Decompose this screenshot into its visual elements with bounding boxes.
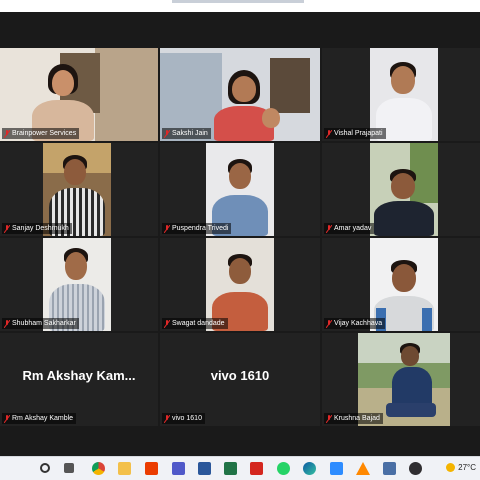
mic-muted-icon xyxy=(4,224,10,233)
file-explorer-icon[interactable] xyxy=(118,462,131,475)
temperature-label: 27°C xyxy=(458,463,476,472)
participant-tile[interactable]: Krushna Bajad xyxy=(322,333,480,426)
mic-muted-icon xyxy=(326,129,332,138)
participant-name: Brainpower Services xyxy=(12,130,77,137)
zoom-icon[interactable] xyxy=(330,462,343,475)
participant-tile[interactable]: Vishal Prajapati xyxy=(322,48,480,141)
participant-name-tag: Amar yadav xyxy=(324,223,375,234)
acrobat-icon[interactable] xyxy=(250,462,263,475)
participant-name-tag: Sanjay Deshmukh xyxy=(2,223,72,234)
participant-name: Krushna Bajad xyxy=(334,415,380,422)
participant-name: Vishal Prajapati xyxy=(334,130,383,137)
participant-name-tag: vivo 1610 xyxy=(162,413,205,424)
participant-name: Shubham Sakharkar xyxy=(12,320,76,327)
mic-muted-icon xyxy=(4,319,10,328)
participant-name: Amar yadav xyxy=(334,225,372,232)
participant-tile[interactable]: Sakshi Jain xyxy=(160,48,320,141)
mic-muted-icon xyxy=(164,319,170,328)
window-top-bar xyxy=(0,0,480,12)
participant-display-name: vivo 1610 xyxy=(210,368,270,383)
mic-muted-icon xyxy=(164,129,170,138)
mic-muted-icon xyxy=(4,129,10,138)
participant-name-tag: Krushna Bajad xyxy=(324,413,383,424)
participant-name-tag: Swagat dandade xyxy=(162,318,228,329)
participant-tile[interactable]: Brainpower Services xyxy=(0,48,158,141)
task-view-icon[interactable] xyxy=(64,463,74,473)
participant-name-tag: Shubham Sakharkar xyxy=(2,318,79,329)
participant-name: Puspendra Trivedi xyxy=(172,225,229,232)
mic-muted-icon xyxy=(164,414,170,423)
participant-name-tag: Vishal Prajapati xyxy=(324,128,386,139)
excel-icon[interactable] xyxy=(224,462,237,475)
participant-tile[interactable]: Amar yadav xyxy=(322,143,480,236)
participant-name-tag: Brainpower Services xyxy=(2,128,80,139)
calculator-icon[interactable] xyxy=(383,462,396,475)
participant-tile[interactable]: Sanjay Deshmukh xyxy=(0,143,158,236)
participant-tile[interactable]: Swagat dandade xyxy=(160,238,320,331)
participant-tile[interactable]: Shubham Sakharkar xyxy=(0,238,158,331)
whatsapp-icon[interactable] xyxy=(277,462,290,475)
weather-widget[interactable]: 27°C xyxy=(446,463,476,472)
mic-muted-icon xyxy=(326,414,332,423)
participant-name-tag: Puspendra Trivedi xyxy=(162,223,232,234)
participant-name: Sanjay Deshmukh xyxy=(12,225,69,232)
teams-icon[interactable] xyxy=(172,462,185,475)
mic-muted-icon xyxy=(4,414,10,423)
sun-icon xyxy=(446,463,456,472)
obs-icon[interactable] xyxy=(409,462,422,475)
participant-name: Rm Akshay Kamble xyxy=(12,415,74,422)
participant-tile[interactable]: vivo 1610 vivo 1610 xyxy=(160,333,320,426)
gallery-view: Brainpower Services Sakshi Jain Vishal P… xyxy=(0,48,480,426)
participant-tile[interactable]: Rm Akshay Kam... Rm Akshay Kamble xyxy=(0,333,158,426)
participant-name: vivo 1610 xyxy=(172,415,202,422)
participant-name-tag: Rm Akshay Kamble xyxy=(2,413,77,424)
chrome-icon[interactable] xyxy=(92,462,105,475)
participant-video xyxy=(370,143,438,236)
search-icon[interactable] xyxy=(40,463,50,473)
participant-name-tag: Sakshi Jain xyxy=(162,128,211,139)
mic-muted-icon xyxy=(326,224,332,233)
title-bar-handle[interactable] xyxy=(172,0,304,3)
mic-muted-icon xyxy=(326,319,332,328)
windows-taskbar: 27°C xyxy=(0,456,480,480)
participant-display-name: Rm Akshay Kam... xyxy=(22,368,136,383)
mic-muted-icon xyxy=(164,224,170,233)
office-icon[interactable] xyxy=(145,462,158,475)
participant-tile[interactable]: Vijay Kachhava xyxy=(322,238,480,331)
participant-tile[interactable]: Puspendra Trivedi xyxy=(160,143,320,236)
edge-icon[interactable] xyxy=(303,462,316,475)
zoom-meeting-window: Brainpower Services Sakshi Jain Vishal P… xyxy=(0,0,480,480)
participant-name: Sakshi Jain xyxy=(172,130,208,137)
participant-name: Vijay Kachhava xyxy=(334,320,383,327)
participant-name: Swagat dandade xyxy=(172,320,225,327)
word-icon[interactable] xyxy=(198,462,211,475)
vlc-icon[interactable] xyxy=(356,462,370,475)
participant-name-tag: Vijay Kachhava xyxy=(324,318,386,329)
